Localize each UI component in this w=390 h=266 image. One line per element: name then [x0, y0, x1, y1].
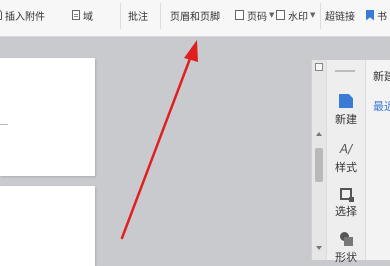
field-icon: [72, 10, 80, 20]
scroll-up-icon[interactable]: [316, 132, 322, 136]
annotation-arrow-head: [184, 40, 198, 62]
paperclip-icon: [0, 10, 2, 20]
insert-attachment-button[interactable]: 插入附件: [0, 6, 45, 24]
vertical-scrollbar[interactable]: [311, 60, 327, 260]
document-page-next[interactable]: [0, 186, 95, 266]
tab-new[interactable]: 新建: [327, 94, 365, 127]
task-pane: 新建 A/ 样式 选择 形状 新建 最近: [326, 60, 390, 264]
split-view-icon[interactable]: [315, 63, 323, 71]
comment-button[interactable]: 批注: [128, 6, 148, 24]
tab-select[interactable]: 选择: [327, 188, 365, 219]
ribbon-divider: [320, 3, 321, 29]
comment-label: 批注: [128, 11, 148, 23]
tab-select-label: 选择: [335, 205, 357, 218]
page-number-button[interactable]: 页码 ▼: [235, 6, 274, 24]
ribbon-divider: [160, 3, 161, 29]
document-page[interactable]: [0, 58, 95, 176]
annotation-arrow-shaft: [120, 54, 193, 240]
task-pane-tabs: 新建 A/ 样式 选择 形状: [327, 60, 366, 264]
ribbon-divider: [120, 3, 121, 29]
ribbon-toolbar: 插入附件 域 批注 页眉和页脚 页码 ▼ 水印 ▼ 超链接 书: [0, 0, 390, 37]
hyperlink-label: 超链接: [325, 11, 355, 23]
hyperlink-button[interactable]: 超链接: [325, 6, 355, 24]
watermark-label: 水印: [288, 11, 308, 23]
new-doc-icon: [339, 94, 353, 108]
task-pane-content: 新建 最近: [367, 60, 390, 260]
tab-shape-label: 形状: [335, 251, 357, 264]
select-icon: [340, 188, 354, 202]
pane-content-title: 新建: [373, 70, 390, 83]
page-number-icon: [235, 10, 244, 20]
pane-drag-handle[interactable]: [335, 70, 355, 72]
scroll-down-icon[interactable]: [316, 246, 322, 250]
tab-style[interactable]: A/ 样式: [327, 142, 365, 175]
pane-recent-link[interactable]: 最近: [373, 98, 390, 114]
margin-corner-mark: [0, 124, 8, 125]
insert-attachment-label: 插入附件: [5, 11, 45, 23]
tab-shape[interactable]: 形状: [327, 232, 365, 265]
watermark-button[interactable]: 水印 ▼: [276, 6, 315, 24]
tab-style-label: 样式: [335, 161, 357, 174]
scrollbar-thumb[interactable]: [315, 148, 323, 182]
bookmark-icon: [366, 9, 374, 21]
chevron-down-icon: ▼: [269, 11, 275, 19]
bookmark-button[interactable]: 书: [366, 6, 387, 24]
bookmark-label: 书: [377, 11, 387, 23]
header-footer-label: 页眉和页脚: [170, 11, 220, 23]
style-icon: A/: [339, 142, 353, 156]
shape-icon: [339, 232, 353, 246]
watermark-icon: [276, 10, 285, 20]
field-label: 域: [83, 11, 93, 23]
tab-new-label: 新建: [335, 113, 357, 126]
header-footer-button[interactable]: 页眉和页脚: [170, 6, 220, 24]
page-number-label: 页码: [247, 11, 267, 23]
chevron-down-icon: ▼: [310, 11, 316, 19]
field-button[interactable]: 域: [72, 6, 93, 24]
